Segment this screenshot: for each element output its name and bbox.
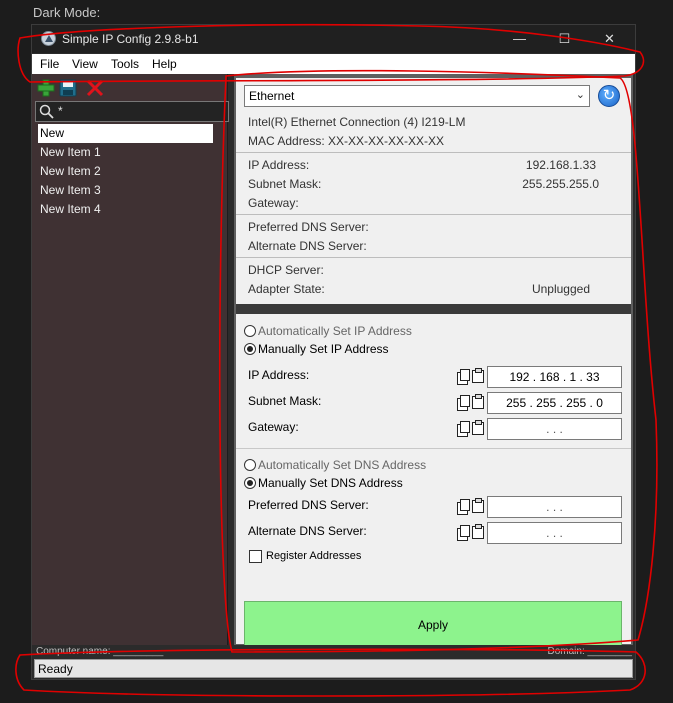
annotation-outline-titlebar: [17, 23, 645, 83]
annotation-outline-status: [15, 648, 646, 697]
annotation-overlay: [15, 23, 658, 697]
screen: Dark Mode: Simple IP Config 2.9.8-b1 — ☐…: [0, 0, 673, 703]
annotation-outline-panel: [218, 69, 658, 653]
